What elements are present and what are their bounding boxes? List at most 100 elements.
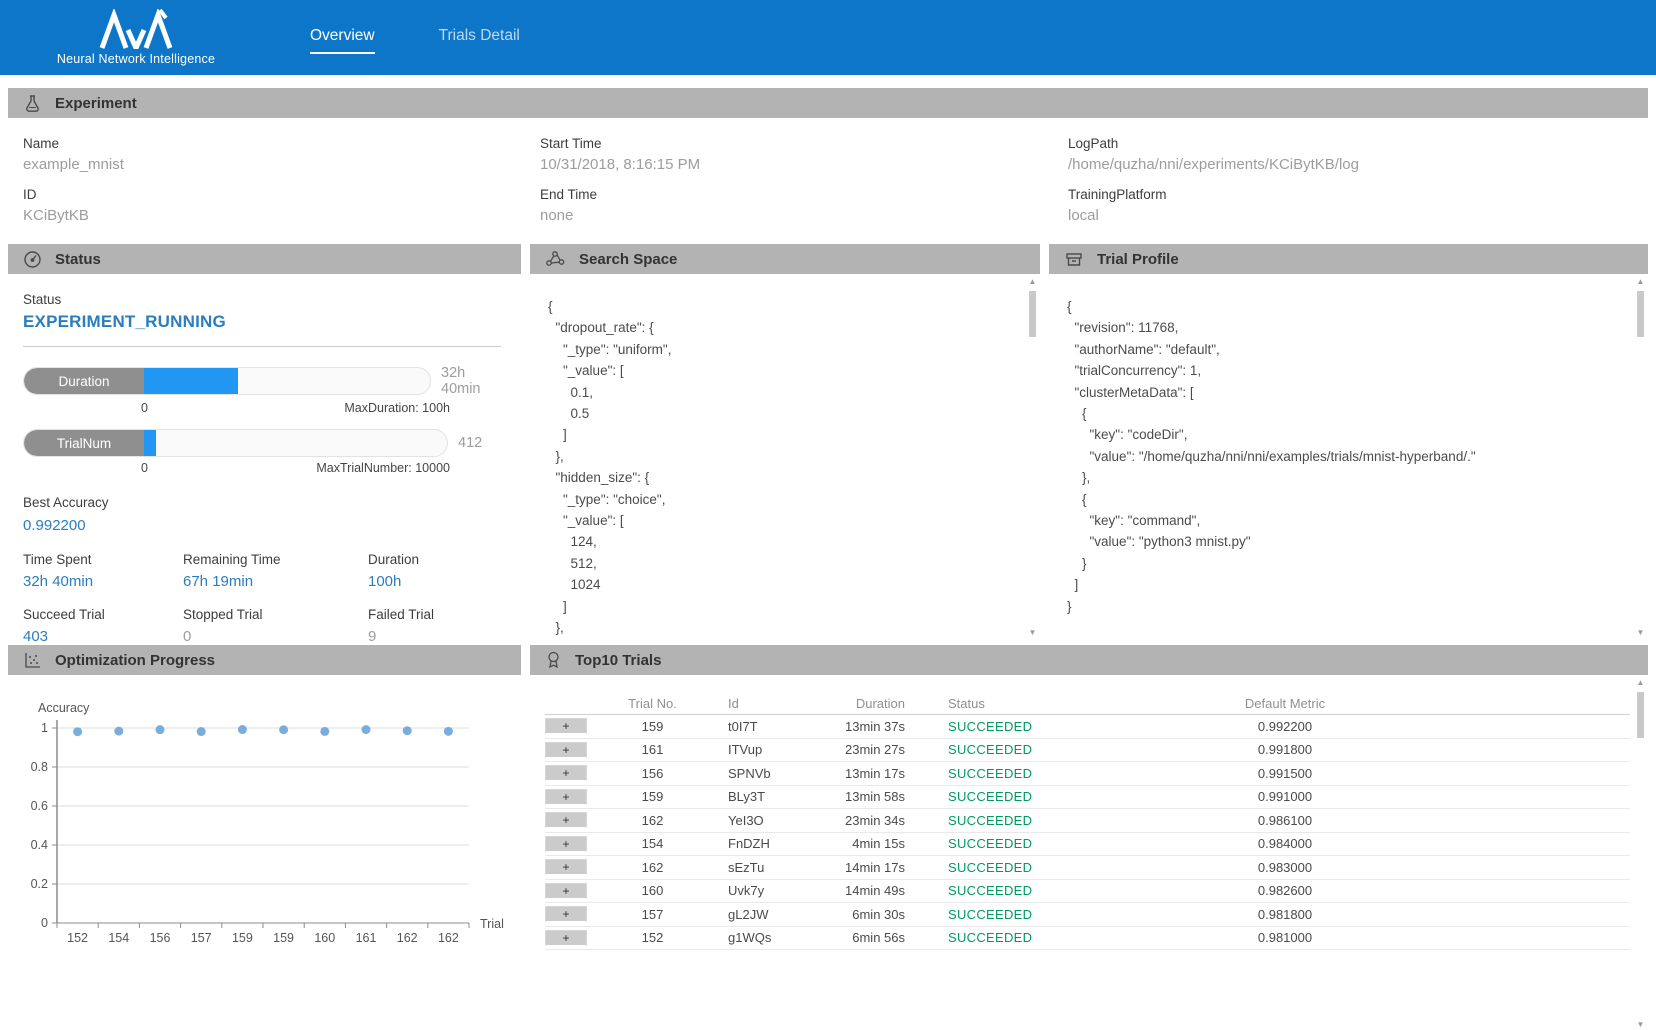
search-space-scrollbar[interactable]: ▲ ▼ [1026, 276, 1039, 639]
duration-cell: 4min 15s [820, 836, 910, 851]
svg-text:162: 162 [397, 931, 418, 945]
max-trialnumber-label: MaxTrialNumber: 10000 [316, 461, 450, 475]
status-stats-grid: Time Spent32h 40minRemaining Time67h 19m… [23, 552, 506, 642]
table-row: +160Uvk7y14min 49sSUCCEEDED0.982600 [545, 880, 1630, 904]
scroll-up-icon[interactable]: ▲ [1634, 276, 1647, 288]
trial-profile-title: Trial Profile [1097, 251, 1179, 268]
col-default-metric: Default Metric [1140, 696, 1430, 711]
top10-scrollbar[interactable]: ▲ ▼ [1634, 677, 1647, 1030]
expand-row-button[interactable]: + [545, 718, 587, 734]
status-cell: SUCCEEDED [910, 860, 1140, 875]
col-status: Status [910, 696, 1140, 711]
expand-row-button[interactable]: + [545, 789, 587, 805]
status-cell: SUCCEEDED [910, 766, 1140, 781]
trialnum-progress-track: TrialNum [23, 429, 448, 457]
top10-trials-title: Top10 Trials [575, 652, 661, 669]
expand-row-button[interactable]: + [545, 812, 587, 828]
scroll-down-icon[interactable]: ▼ [1634, 1019, 1647, 1030]
default-metric-cell: 0.981800 [1140, 907, 1430, 922]
status-label: Status [23, 292, 506, 307]
duration-cell: 14min 17s [820, 860, 910, 875]
stat-value: 0 [183, 628, 368, 642]
default-metric-cell: 0.983000 [1140, 860, 1430, 875]
status-cell: SUCCEEDED [910, 930, 1140, 945]
default-metric-cell: 0.991500 [1140, 766, 1430, 781]
col-trial-no: Trial No. [590, 696, 715, 711]
expand-row-button[interactable]: + [545, 930, 587, 946]
end-time-value: none [540, 207, 1068, 230]
field-label: ID [23, 181, 540, 207]
scroll-up-icon[interactable]: ▲ [1634, 677, 1647, 689]
experiment-id-value: KCiBytKB [23, 207, 540, 230]
svg-text:162: 162 [438, 931, 459, 945]
brand-title: Neural Network Intelligence [57, 52, 215, 66]
stat-label: Duration [368, 552, 506, 567]
optimization-progress-header: Optimization Progress [8, 645, 521, 675]
divider [23, 346, 501, 347]
default-metric-cell: 0.981000 [1140, 930, 1430, 945]
field-label: End Time [540, 181, 1068, 207]
scroll-up-icon[interactable]: ▲ [1026, 276, 1039, 288]
expand-row-button[interactable]: + [545, 765, 587, 781]
duration-elapsed-text: 32h 40min [441, 365, 506, 397]
scrollbar-thumb[interactable] [1637, 692, 1644, 738]
duration-progress-label: Duration [24, 368, 144, 394]
trial-id-cell: t0I7T [715, 719, 820, 734]
svg-text:Trial: Trial [480, 917, 504, 931]
scroll-down-icon[interactable]: ▼ [1634, 627, 1647, 639]
scrollbar-thumb[interactable] [1637, 291, 1644, 337]
brand: Neural Network Intelligence [36, 9, 236, 66]
experiment-panel-header: Experiment [8, 88, 1648, 118]
expand-row-button[interactable]: + [545, 859, 587, 875]
top10-table: Trial No. Id Duration Status Default Met… [530, 675, 1648, 950]
tab-overview[interactable]: Overview [306, 21, 379, 54]
status-cell: SUCCEEDED [910, 742, 1140, 757]
trial-no-cell: 159 [590, 789, 715, 804]
default-metric-cell: 0.982600 [1140, 883, 1430, 898]
svg-text:160: 160 [314, 931, 335, 945]
trialnum-progress-fill [144, 430, 156, 456]
trial-id-cell: BLy3T [715, 789, 820, 804]
default-metric-cell: 0.984000 [1140, 836, 1430, 851]
search-space-json: { "dropout_rate": { "_type": "uniform", … [530, 274, 1040, 642]
stat-label: Succeed Trial [23, 607, 183, 622]
tab-trials-detail[interactable]: Trials Detail [435, 21, 524, 54]
scroll-down-icon[interactable]: ▼ [1026, 627, 1039, 639]
stat-value: 100h [368, 573, 506, 590]
stat-label: Remaining Time [183, 552, 368, 567]
flask-icon [23, 94, 42, 113]
status-panel-title: Status [55, 251, 101, 268]
duration-cell: 13min 37s [820, 719, 910, 734]
default-metric-cell: 0.991800 [1140, 742, 1430, 757]
status-cell: SUCCEEDED [910, 789, 1140, 804]
expand-row-button[interactable]: + [545, 906, 587, 922]
optimization-chart: 00.20.40.60.8115215415615715915916016116… [16, 701, 521, 953]
trial-no-cell: 157 [590, 907, 715, 922]
expand-row-button[interactable]: + [545, 836, 587, 852]
trial-profile-header: Trial Profile [1049, 244, 1648, 274]
default-metric-cell: 0.991000 [1140, 789, 1430, 804]
molecule-icon [545, 250, 566, 269]
accuracy-chart-area: 00.20.40.60.8115215415615715915916016116… [8, 675, 521, 958]
app-header: Neural Network Intelligence Overview Tri… [0, 0, 1656, 75]
stat-failed-trial: Failed Trial9 [368, 607, 506, 642]
col-id: Id [715, 696, 820, 711]
field-label: TrainingPlatform [1068, 181, 1633, 207]
stat-label: Time Spent [23, 552, 183, 567]
table-row: +161ITVup23min 27sSUCCEEDED0.991800 [545, 739, 1630, 763]
svg-text:159: 159 [273, 931, 294, 945]
log-path-value: /home/quzha/nni/experiments/KCiBytKB/log [1068, 156, 1633, 179]
expand-row-button[interactable]: + [545, 883, 587, 899]
col-duration: Duration [820, 696, 910, 711]
nni-logo-icon [98, 9, 174, 49]
expand-row-button[interactable]: + [545, 742, 587, 758]
trial-id-cell: SPNVb [715, 766, 820, 781]
trial-profile-scrollbar[interactable]: ▲ ▼ [1634, 276, 1647, 639]
training-platform-value: local [1068, 207, 1633, 230]
trial-no-cell: 162 [590, 860, 715, 875]
table-row: +159t0I7T13min 37sSUCCEEDED0.992200 [545, 715, 1630, 739]
table-row: +157gL2JW6min 30sSUCCEEDED0.981800 [545, 903, 1630, 927]
optimization-progress-title: Optimization Progress [55, 652, 215, 669]
trial-no-cell: 161 [590, 742, 715, 757]
scrollbar-thumb[interactable] [1029, 291, 1036, 337]
